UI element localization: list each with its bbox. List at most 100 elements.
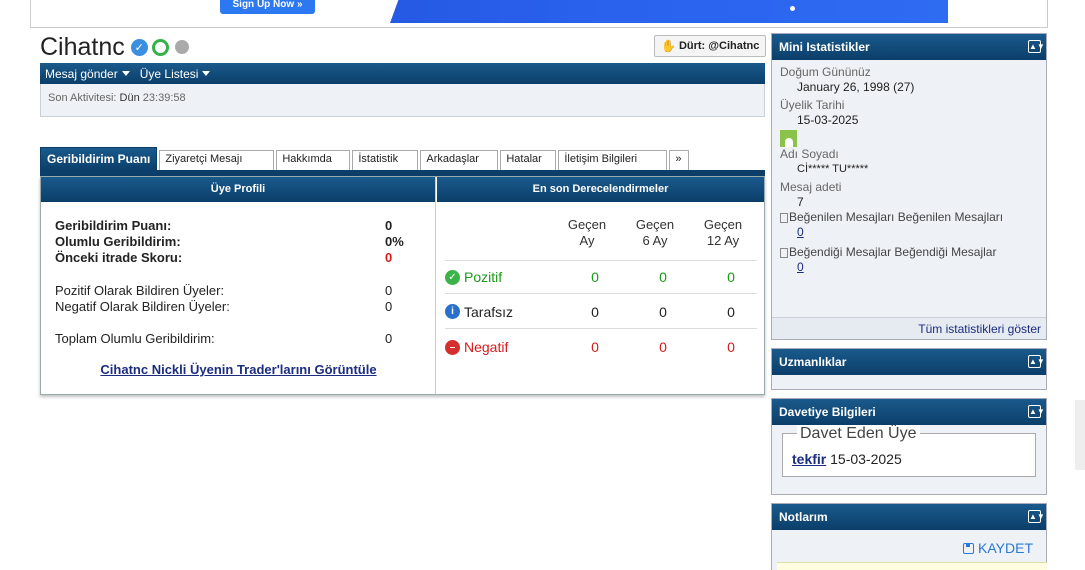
activity-day: Dün [119, 92, 140, 104]
rating-value: 0 [659, 303, 667, 320]
period-last-month: Geçen Ay [557, 217, 617, 249]
feedback-stats-plain: Pozitif Olarak Bildiren Üyeler: 0 Negati… [55, 283, 425, 315]
rating-value: 0 [727, 339, 735, 355]
tab-errors[interactable]: Hatalar [500, 150, 557, 171]
join-date-label: Üyelik Tarihi [780, 98, 845, 112]
tab-about[interactable]: Hakkımda [276, 150, 351, 171]
collapse-icon[interactable]: ▲▼ [1028, 510, 1045, 523]
period-line: 12 Ay [706, 233, 740, 248]
tab-more[interactable]: » [669, 150, 690, 171]
rating-label: i Tarafsız [445, 304, 555, 320]
stat-label: Pozitif Olarak Bildiren Üyeler: [55, 283, 225, 298]
invite-panel: Davetiye Bilgileri ▲▼ Davet Eden Üye tek… [771, 398, 1047, 495]
member-list-menu[interactable]: Üye Listesi [140, 67, 211, 81]
stat-row: Önceki itrade Skoru: 0 [55, 250, 425, 266]
tab-feedback[interactable]: Geribildirim Puanı [40, 147, 158, 171]
poke-label: Dürt: @Cihatnc [678, 40, 760, 52]
stat-value: 0 [385, 250, 393, 265]
profile-tabs: Geribildirim Puanı Ziyaretçi Mesajı Hakk… [40, 147, 691, 171]
show-all-stats-link[interactable]: Tüm istatistikleri göster [772, 317, 1046, 339]
verified-badge-icon: ✓ [130, 38, 148, 56]
view-traders-link[interactable]: Cihatnc Nickli Üyenin Trader'larını Görü… [41, 362, 436, 377]
tab-friends[interactable]: Arkadaşlar [420, 150, 499, 171]
send-message-menu[interactable]: Mesaj gönder [45, 67, 130, 81]
invite-title: Davetiye Bilgileri [779, 405, 876, 419]
profile-title-row: Cihatnc ✓ [40, 33, 189, 61]
expertise-panel: Uzmanlıklar ▲▼ [771, 348, 1047, 390]
rating-value: 0 [591, 303, 599, 320]
likes-given-count[interactable]: 0 [780, 260, 1038, 275]
stat-row: Olumlu Geribildirim: 0% [55, 234, 425, 250]
stat-value: 0 [385, 218, 393, 233]
liked-posts-count[interactable]: 0 [780, 225, 1038, 240]
chevron-down-icon [202, 71, 211, 76]
collapse-icon[interactable]: ▲▼ [1028, 40, 1045, 53]
poke-button[interactable]: ✋ Dürt: @Cihatnc [654, 35, 767, 57]
liked-posts-row: Beğenilen Mesajları Beğenilen Mesajları [780, 210, 1038, 225]
rating-value: 0 [659, 339, 667, 355]
banner-dot-decoration [790, 6, 795, 11]
gear-badge-icon [151, 38, 169, 56]
rating-row-neutral: i Tarafsız 0 0 0 [445, 295, 757, 329]
notes-panel: Notlarım ▲▼ KAYDET [771, 503, 1047, 570]
stat-row: Pozitif Olarak Bildiren Üyeler: 0 [55, 283, 425, 299]
tab-statistics[interactable]: İstatistik [352, 150, 419, 171]
broken-image-icon [780, 212, 788, 223]
rating-value: 0 [659, 269, 667, 285]
member-profile-column: Üye Profili Geribildirim Puanı: 0 Olumlu… [41, 177, 436, 394]
feedback-panel: Üye Profili Geribildirim Puanı: 0 Olumlu… [40, 176, 765, 395]
rating-value: 0 [727, 269, 735, 285]
notes-header: Notlarım ▲▼ [772, 504, 1046, 530]
info-icon: i [445, 304, 460, 319]
stat-row: Geribildirim Puanı: 0 [55, 218, 425, 234]
post-count-value: 7 [797, 195, 804, 209]
inviter-link[interactable]: tekfir [792, 451, 826, 467]
ratings-period-header: Geçen Ay Geçen 6 Ay Geçen 12 Ay [437, 217, 764, 253]
save-notes-button[interactable]: KAYDET [963, 540, 1033, 556]
stat-row: Toplam Olumlu Geribildirim: 0 [55, 331, 425, 347]
collapse-icon[interactable]: ▲▼ [1028, 405, 1045, 418]
hand-icon: ✋ [661, 39, 676, 53]
offline-status-icon [174, 40, 189, 54]
rating-value: 0 [591, 339, 599, 355]
signup-button[interactable]: Sign Up Now » [220, 0, 315, 14]
period-line: Geçen [635, 217, 675, 232]
collapse-icon[interactable]: ▲▼ [1028, 355, 1045, 368]
full-name-label: Adı Soyadı [780, 147, 839, 161]
period-line: Ay [579, 233, 595, 248]
last-activity: Son Aktivitesi: Dün 23:39:58 [40, 84, 765, 117]
ad-banner[interactable]: Sign Up Now » [140, 0, 948, 23]
member-list-label: Üye Listesi [139, 66, 199, 81]
liked-posts-label: Beğenilen Mesajları Beğenilen Mesajları [789, 210, 1004, 224]
expertise-title: Uzmanlıklar [779, 355, 847, 369]
expertise-header: Uzmanlıklar ▲▼ [772, 349, 1046, 375]
notes-title: Notlarım [779, 510, 828, 524]
join-date-value: 15-03-2025 [797, 113, 859, 127]
rating-label: ✓ Pozitif [445, 269, 555, 285]
stat-value: 0 [385, 283, 393, 298]
stat-value: 0% [385, 234, 404, 249]
latest-ratings-column: En son Derecelendirmeler Geçen Ay Geçen 6 … [437, 177, 764, 394]
rating-name: Negatif [464, 339, 509, 355]
page-title: Cihatnc [40, 32, 125, 61]
likes-given-label: Beğendiği Mesajlar Beğendiği Mesajlar [789, 245, 997, 259]
stat-value: 0 [385, 331, 393, 346]
inviter-fieldset: Davet Eden Üye tekfir 15-03-2025 [782, 425, 1036, 477]
inviter-legend: Davet Eden Üye [797, 425, 920, 443]
invite-header: Davetiye Bilgileri ▲▼ [772, 399, 1046, 425]
stat-label: Negatif Olarak Bildiren Üyeler: [55, 299, 230, 314]
tab-contact-info[interactable]: İletişim Bilgileri [558, 150, 668, 171]
mini-stats-panel: Mini Istatistikler ▲▼ Doğum Gününüz Janu… [771, 33, 1047, 340]
chevron-down-icon [121, 71, 130, 76]
rating-label: – Negatif [445, 339, 555, 355]
feedback-stats-bold: Geribildirim Puanı: 0 Olumlu Geribildiri… [55, 218, 425, 266]
period-last-6-months: Geçen 6 Ay [625, 217, 685, 249]
tab-visitor-message[interactable]: Ziyaretçi Mesajı [159, 150, 275, 171]
rating-value: 0 [591, 269, 599, 285]
stat-label: Önceki itrade Skoru: [55, 250, 183, 265]
full-name-value: Cİ***** TU***** [797, 163, 869, 175]
stat-value: 0 [385, 299, 393, 314]
inviter-info: tekfir 15-03-2025 [792, 451, 902, 467]
birthday-label: Doğum Gününüz [780, 65, 871, 79]
notes-textarea[interactable] [777, 562, 1047, 570]
